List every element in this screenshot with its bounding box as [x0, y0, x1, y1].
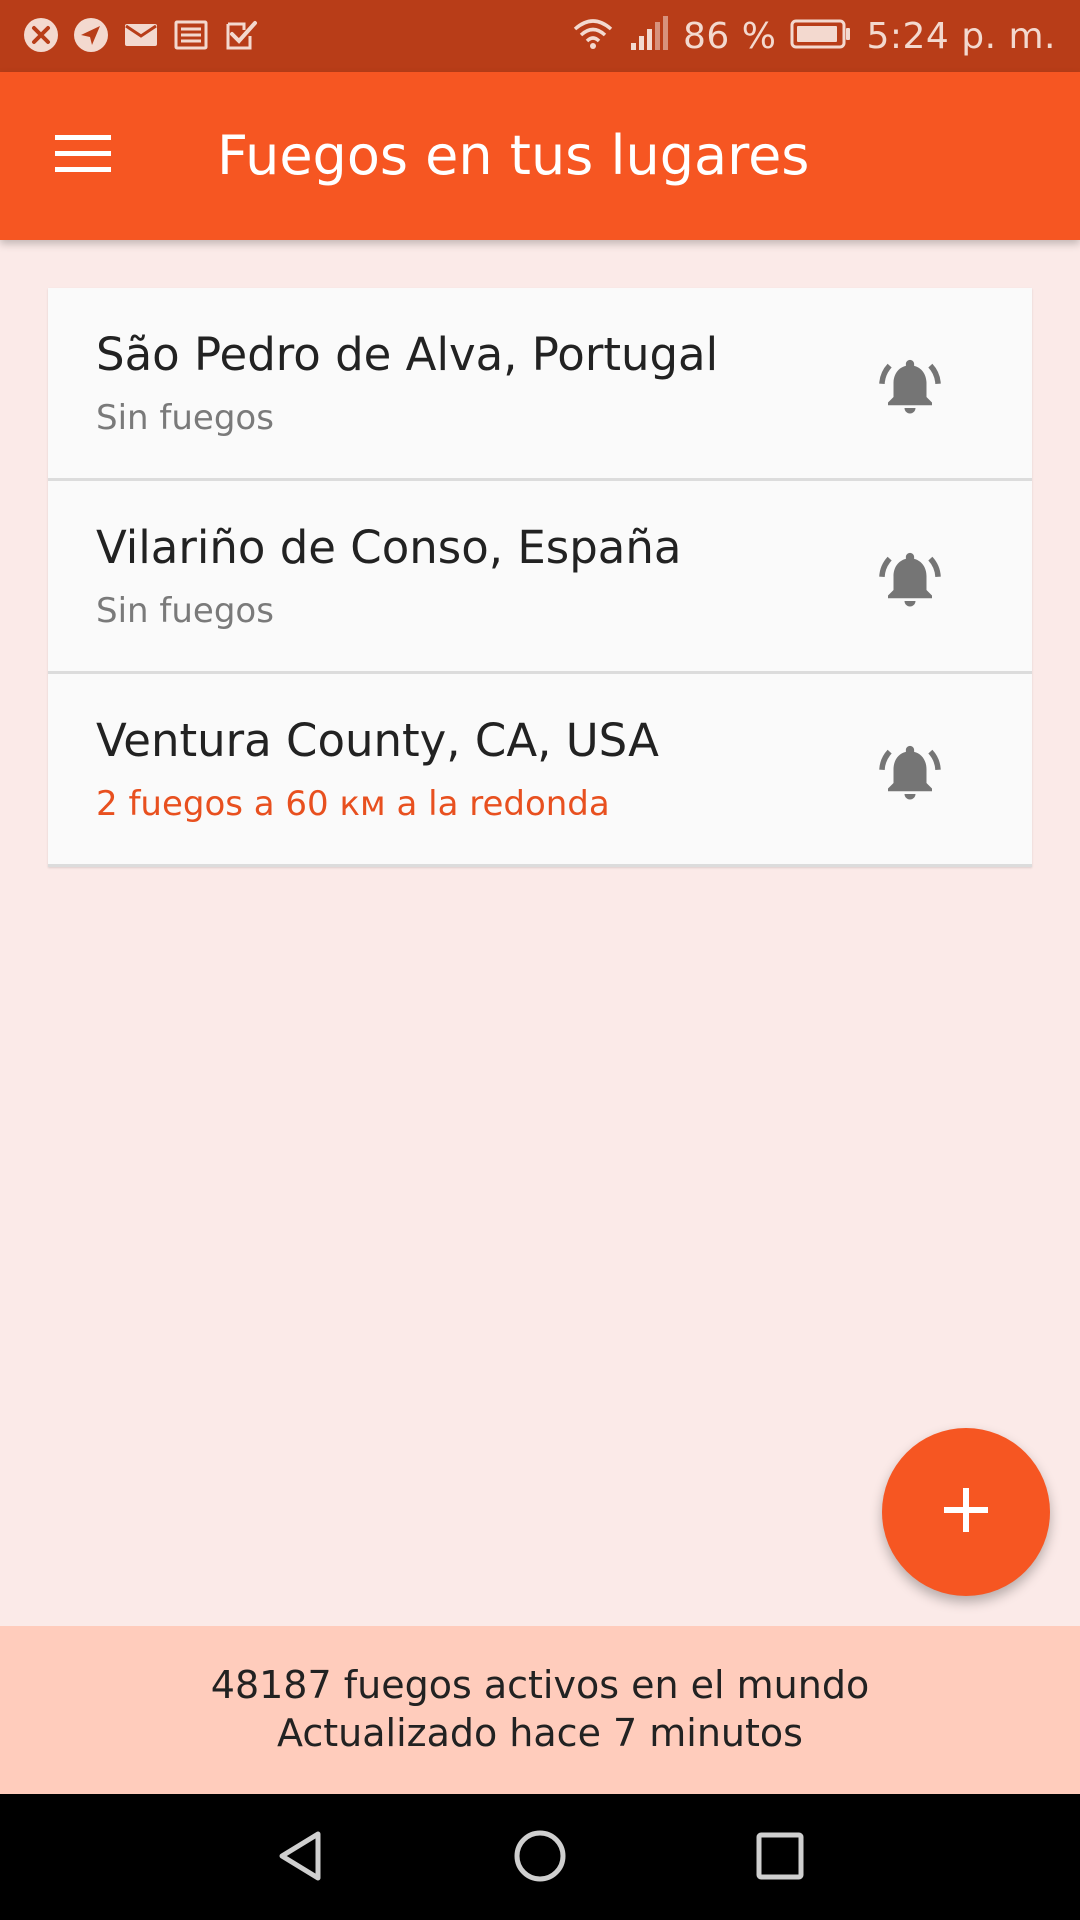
place-item[interactable]: Ventura County, CA, USA 2 fuegos a 60 км… [48, 674, 1032, 867]
home-button[interactable] [504, 1822, 576, 1894]
back-triangle-icon [272, 1828, 328, 1888]
place-name: São Pedro de Alva, Portugal [96, 328, 719, 381]
close-circle-icon [22, 16, 60, 54]
signal-icon [629, 15, 669, 57]
notification-toggle-button[interactable] [868, 539, 952, 623]
navigation-bar [0, 1794, 1080, 1920]
fires-summary-footer: 48187 fuegos activos en el mundo Actuali… [0, 1626, 1080, 1794]
active-fires-count: 48187 fuegos activos en el mundo [210, 1663, 870, 1707]
last-updated: Actualizado hace 7 minutos [277, 1711, 803, 1755]
battery-percent: 86 % [682, 15, 777, 57]
home-circle-icon [512, 1828, 568, 1888]
bell-ringing-icon [877, 353, 943, 423]
app-bar: Fuegos en tus lugares [0, 72, 1080, 240]
wifi-icon [571, 15, 615, 57]
menu-button[interactable] [40, 116, 126, 196]
page-title: Fuegos en tus lugares [217, 124, 810, 187]
status-bar: 86 % 5:24 p. m. [0, 0, 1080, 72]
place-item[interactable]: Vilariño de Conso, España Sin fuegos [48, 481, 1032, 674]
place-status: Sin fuegos [96, 591, 274, 631]
mail-icon [122, 16, 160, 54]
battery-icon [790, 18, 852, 54]
system-indicators: 86 % 5:24 p. m. [557, 0, 1056, 72]
place-status: Sin fuegos [96, 398, 274, 438]
notification-icons [22, 16, 260, 54]
clock: 5:24 p. m. [866, 15, 1056, 57]
navigation-icon [72, 16, 110, 54]
recents-button[interactable] [744, 1822, 816, 1894]
place-item[interactable]: São Pedro de Alva, Portugal Sin fuegos [48, 288, 1032, 481]
recents-square-icon [752, 1828, 808, 1888]
add-place-button[interactable] [882, 1428, 1050, 1596]
place-name: Vilariño de Conso, España [96, 521, 682, 574]
hamburger-menu-icon [55, 133, 111, 179]
notification-toggle-button[interactable] [868, 346, 952, 430]
place-status: 2 fuegos a 60 км a la redonda [96, 784, 610, 824]
plus-icon [942, 1486, 990, 1538]
bell-ringing-icon [877, 546, 943, 616]
newspaper-icon [172, 16, 210, 54]
back-button[interactable] [264, 1822, 336, 1894]
bell-ringing-icon [877, 739, 943, 809]
check-box-icon [222, 16, 260, 54]
places-list: São Pedro de Alva, Portugal Sin fuegos V… [48, 288, 1032, 867]
notification-toggle-button[interactable] [868, 732, 952, 816]
place-name: Ventura County, CA, USA [96, 714, 659, 767]
